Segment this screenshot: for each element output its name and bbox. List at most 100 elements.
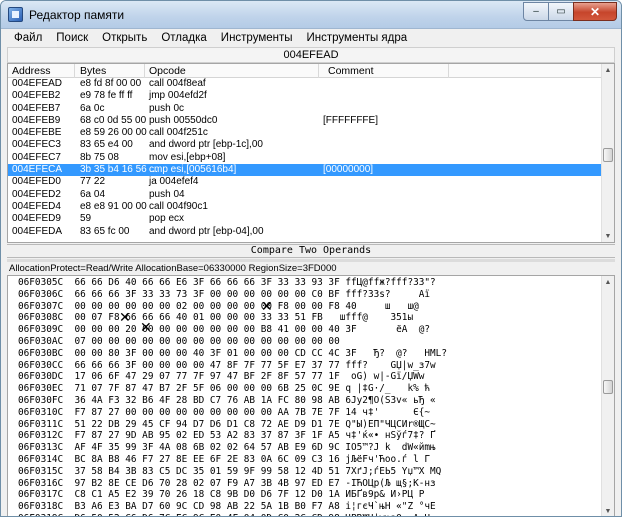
maximize-button[interactable]: ▭	[548, 2, 574, 21]
disassembly-list[interactable]: Address Bytes Opcode Comment 004EFEAD e8 …	[7, 63, 615, 243]
current-address-bar: 004EFEAD	[7, 47, 615, 63]
menu-bar: Файл Поиск Открыть Отладка Инструменты И…	[7, 29, 615, 47]
row-opcode: and dword ptr [ebp-04],00	[149, 225, 264, 237]
hexdump-line: 06F030CC 66 66 66 3F 00 00 00 00 47 8F 7…	[18, 359, 436, 371]
row-bytes: 3b 35 b4 16 56 ...	[80, 164, 158, 176]
menu-kernel-tools[interactable]: Инструменты ядра	[300, 32, 415, 44]
memory-editor-window: Редактор памяти – ▭ ✕ Файл Поиск Открыть…	[0, 0, 622, 517]
row-bytes: 6a 0c	[80, 102, 105, 114]
hexdump-line: 06F030AC 07 00 00 00 00 00 00 00 00 00 0…	[18, 335, 340, 347]
row-bytes: e8 59 26 00 00	[80, 127, 147, 139]
title-bar[interactable]: Редактор памяти – ▭ ✕	[1, 1, 621, 29]
row-opcode: push 04	[149, 188, 185, 200]
row-bytes: 8b 75 08	[80, 151, 119, 163]
column-opcode[interactable]: Opcode	[149, 65, 186, 77]
row-opcode: push 0c	[149, 102, 185, 114]
row-address: 004EFED4	[12, 200, 61, 212]
hexdump-line: 06F0316C 97 B2 8E CE D6 70 28 02 07 F9 A…	[18, 477, 436, 489]
scroll-up-icon[interactable]: ▲	[602, 64, 614, 76]
hexdump-line: 06F0307C 00 00 00 00 00 00 02 00 00 00 0…	[18, 300, 419, 312]
row-bytes: 59	[80, 213, 92, 225]
row-bytes: 83 65 fc 00	[80, 225, 130, 237]
menu-open[interactable]: Открыть	[95, 32, 154, 44]
column-bytes[interactable]: Bytes	[80, 65, 106, 77]
row-opcode: pop ecx	[149, 213, 185, 225]
column-comment[interactable]: Comment	[328, 65, 374, 77]
disassembly-scrollbar[interactable]: ▲ ▼	[601, 64, 614, 242]
scroll-thumb[interactable]	[603, 148, 613, 162]
row-opcode: call 004f90c1	[149, 200, 208, 212]
hexdump-scrollbar[interactable]: ▲ ▼	[601, 276, 614, 516]
row-opcode: call 004f251c	[149, 127, 208, 139]
disasm-row[interactable]: 004EFEBE e8 59 26 00 00 call 004f251c	[8, 127, 602, 139]
row-opcode: mov esi,[ebp+08]	[149, 151, 226, 163]
hexdump-line: 06F030BC 00 00 80 3F 00 00 00 40 3F 01 0…	[18, 347, 447, 359]
hexdump-line: 06F0305C 66 66 D6 40 66 66 E6 3F 66 66 6…	[18, 277, 436, 288]
row-address: 004EFEB2	[12, 90, 61, 102]
disasm-row[interactable]: 004EFED9 59 pop ecx	[8, 213, 602, 225]
hexdump-line: 06F0310C F7 87 27 00 00 00 00 00 00 00 0…	[18, 406, 436, 418]
row-bytes: 83 65 e4 00	[80, 139, 133, 151]
row-address: 004EFEC3	[12, 139, 61, 151]
disasm-row[interactable]: 004EFEDA 83 65 fc 00 and dword ptr [ebp-04…	[8, 226, 602, 238]
menu-tools[interactable]: Инструменты	[214, 32, 300, 44]
minimize-icon: –	[533, 6, 539, 17]
hexdump-line: 06F0315C 37 58 B4 3B 83 C5 DC 35 01 59 9…	[18, 465, 442, 477]
app-icon	[8, 7, 23, 22]
row-opcode: push 00550dc0	[149, 114, 218, 126]
hexdump-line: 06F0308C 00 07 F8 66 66 66 40 01 00 00 0…	[18, 312, 414, 324]
row-bytes: e9 78 fe ff ff	[80, 90, 133, 102]
row-bytes: e8 fd 8f 00 00	[80, 78, 142, 89]
disasm-row[interactable]: 004EFEB7 6a 0c push 0c	[8, 103, 602, 115]
hexdump-line: 06F0311C 51 22 DB 29 45 CF 94 D7 D6 D1 C…	[18, 418, 436, 430]
row-address: 004EFECA	[12, 164, 63, 176]
hexdump-line: 06F030DC 17 06 6F 47 29 07 77 7F 97 47 B…	[18, 371, 425, 383]
hex-dump-view[interactable]: 06F0305C 66 66 D6 40 66 66 E6 3F 66 66 6…	[7, 275, 615, 516]
hexdump-line: 06F030EC 71 07 7F 87 47 B7 2F 5F 06 00 0…	[18, 383, 431, 395]
disasm-row[interactable]: 004EFECA 3b 35 b4 16 56 ... cmp esi,[00561…	[8, 164, 602, 177]
close-button[interactable]: ✕	[573, 2, 617, 21]
disasm-row[interactable]: 004EFEC3 83 65 e4 00 and dword ptr [ebp-1c…	[8, 139, 602, 151]
hexdump-line: 06F0318C B3 A6 E3 BA D7 60 9C CD 98 AB 2…	[18, 501, 436, 513]
disasm-row[interactable]: 004EFED2 6a 04 push 04	[8, 189, 602, 201]
disasm-row[interactable]: 004EFED4 e8 e8 91 00 00 call 004f90c1	[8, 201, 602, 213]
disasm-row[interactable]: 004EFEB2 e9 78 fe ff ff jmp 004efd2f	[8, 90, 602, 102]
scroll-down-icon[interactable]: ▼	[602, 230, 614, 242]
opcode-description: Compare Two Operands	[7, 244, 615, 258]
hexdump-line: 06F0309C 00 00 00 20 00 00 00 00 00 00 0…	[18, 324, 431, 336]
hexdump-line: 06F030FC 36 4A F3 32 B6 4F 28 BD C7 76 A…	[18, 394, 436, 406]
menu-file[interactable]: Файл	[7, 32, 49, 44]
row-opcode: cmp esi,[005616b4]	[149, 164, 237, 176]
disasm-row[interactable]: 004EFEAD e8 fd 8f 00 00 call 004f8eaf	[8, 78, 602, 90]
hexdump-line: 06F0313C AF 4F 35 99 3F 4A 08 6B 02 02 6…	[18, 442, 436, 454]
menu-debug[interactable]: Отладка	[154, 32, 213, 44]
allocation-info: AllocationProtect=Read/Write AllocationB…	[9, 263, 337, 274]
row-comment: [FFFFFFFE]	[323, 114, 378, 126]
disasm-row[interactable]: 004EFED0 77 22 ja 004efef4	[8, 176, 602, 188]
scroll-up-icon[interactable]: ▲	[602, 276, 614, 288]
disassembly-rows: 004EFEAD e8 fd 8f 00 00 call 004f8eaf 004EF…	[8, 78, 602, 238]
minimize-button[interactable]: –	[523, 2, 549, 21]
scribble-mark: ✕	[140, 320, 152, 336]
scribble-mark: ✕	[261, 299, 273, 315]
scroll-down-icon[interactable]: ▼	[602, 505, 614, 516]
row-address: 004EFEAD	[12, 78, 63, 89]
disasm-row[interactable]: 004EFEC7 8b 75 08 mov esi,[ebp+08]	[8, 152, 602, 164]
row-address: 004EFED0	[12, 176, 61, 188]
row-address: 004EFED2	[12, 188, 61, 200]
row-bytes: e8 e8 91 00 00	[80, 200, 147, 212]
splitter[interactable]	[7, 259, 615, 262]
window-title: Редактор памяти	[29, 8, 125, 22]
column-address[interactable]: Address	[12, 65, 51, 77]
row-opcode: ja 004efef4	[149, 176, 199, 188]
hexdump-line: 06F0319C D6 50 52 C6 D6 7C EC 9C E0 4F 0…	[8, 513, 602, 516]
scroll-thumb[interactable]	[603, 380, 613, 394]
row-address: 004EFEDA	[12, 225, 63, 237]
menu-search[interactable]: Поиск	[49, 32, 95, 44]
row-opcode: jmp 004efd2f	[149, 90, 207, 102]
scribble-mark: ✕	[119, 310, 131, 326]
row-address: 004EFEB7	[12, 102, 61, 114]
row-bytes: 77 22	[80, 176, 106, 188]
hexdump-line: 06F0312C F7 87 27 9D AB 95 02 ED 53 A2 8…	[18, 430, 436, 442]
disasm-row[interactable]: 004EFEB9 68 c0 0d 55 00 push 00550dc0 [FFFF…	[8, 115, 602, 127]
